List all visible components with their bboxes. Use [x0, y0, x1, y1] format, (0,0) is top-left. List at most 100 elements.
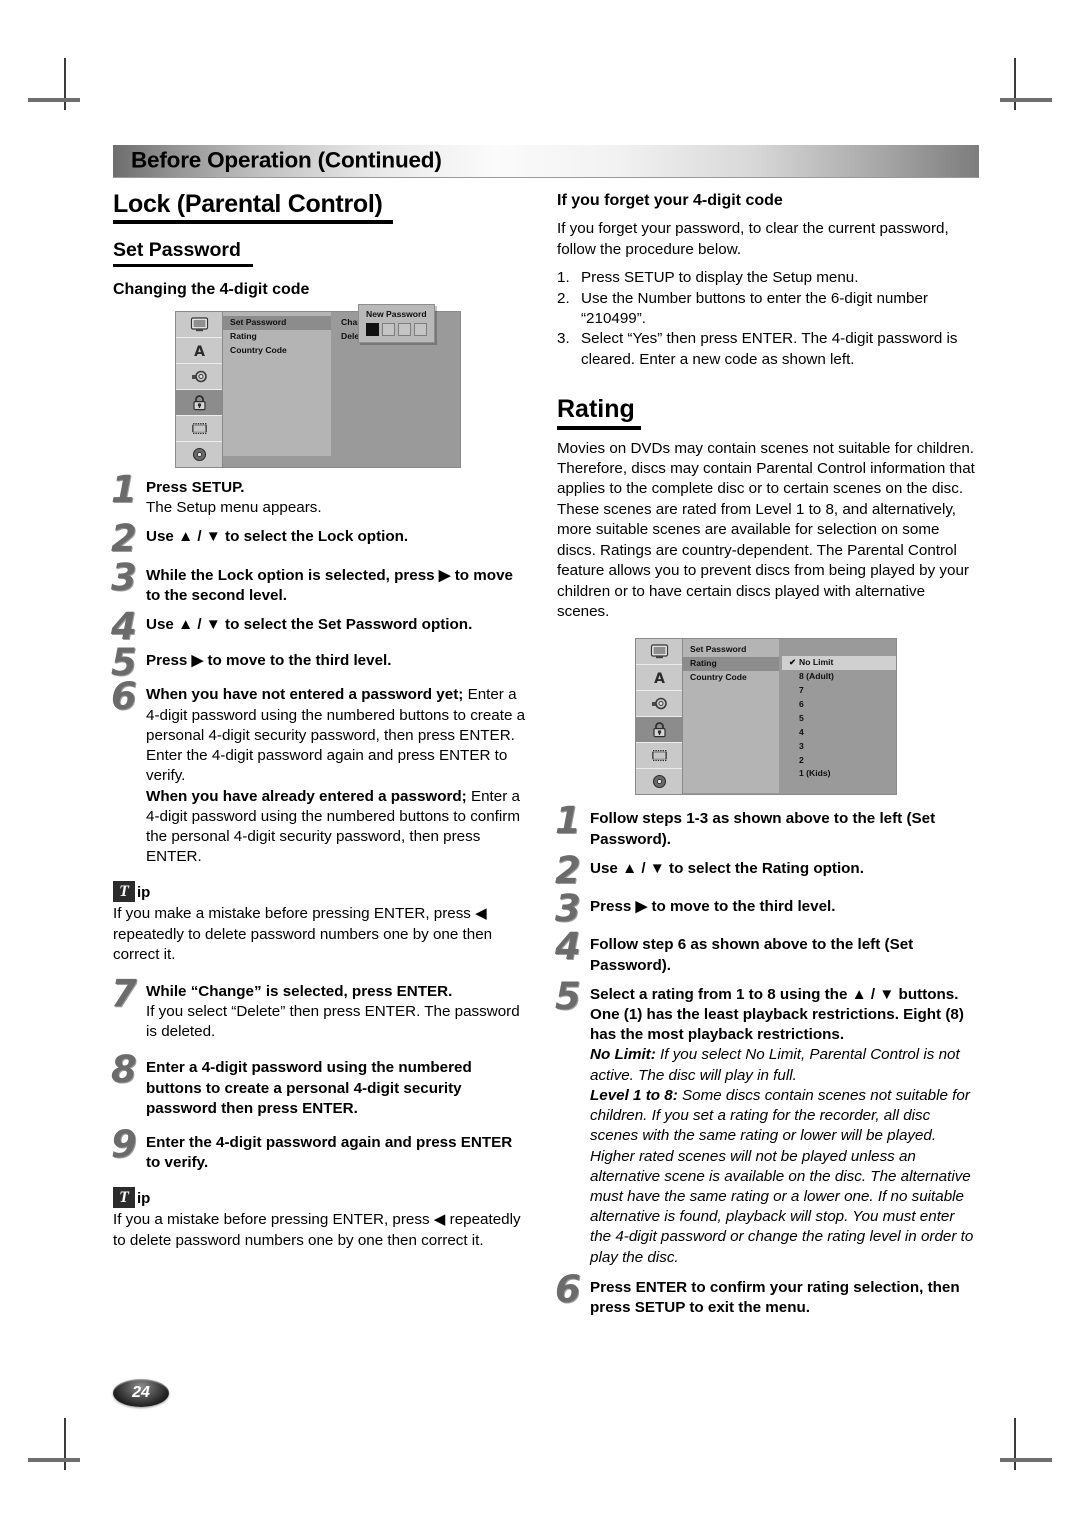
disc-icon	[636, 769, 682, 794]
osd-level2-list: Set Password Rating Country Code	[223, 311, 334, 456]
svg-text:A: A	[194, 344, 205, 358]
osd-rating-label: 7	[799, 685, 804, 696]
password-digit-box[interactable]	[382, 322, 395, 336]
step-number: 1	[555, 799, 581, 843]
step-item: 4 Follow step 6 as shown above to the le…	[555, 928, 979, 975]
osd-rating-6[interactable]: 6	[782, 698, 896, 712]
step-item: 3 Press ▶ to move to the third level.	[555, 890, 979, 927]
crop-mark-bottom-left-vertical	[64, 1418, 66, 1470]
osd-rating-5[interactable]: 5	[782, 712, 896, 726]
step-bold-text: While “Change” is selected, press ENTER.	[146, 982, 453, 1000]
tip-block-1: T ip If you make a mistake before pressi…	[113, 881, 527, 965]
step-item: 1 Follow steps 1-3 as shown above to the…	[555, 802, 979, 849]
new-password-popup-title: New Password	[366, 308, 427, 319]
step-item: 7 While “Change” is selected, press ENTE…	[111, 975, 527, 1043]
list-item: 1. Press SETUP to display the Setup menu…	[557, 268, 979, 288]
language-icon: A	[636, 665, 682, 692]
crop-mark-bottom-left-horizontal	[28, 1458, 80, 1462]
heading-set-password: Set Password	[113, 239, 253, 267]
step-bold-text: Follow step 6 as shown above to the left…	[590, 936, 914, 974]
list-marker: 3.	[557, 330, 570, 348]
step-list-set-password: 1 Press SETUP. The Setup menu appears. 2 …	[111, 471, 527, 868]
page-number-badge: 24	[113, 1379, 169, 1407]
osd-item-rating[interactable]: Rating	[683, 657, 779, 672]
step-item: 5 Select a rating from 1 to 8 using the …	[555, 978, 979, 1268]
osd-menu: A	[175, 303, 461, 468]
step-bold-text: When you have not entered a password yet…	[146, 686, 464, 704]
step-bold-text: Press ENTER to confirm your rating selec…	[590, 1278, 960, 1317]
step-bold-text: While the Lock option is selected, press…	[146, 566, 513, 604]
osd-rating-no-limit[interactable]: ✔ No Limit	[782, 656, 896, 671]
step-list-rating: 1 Follow steps 1-3 as shown above to the…	[555, 802, 979, 1318]
osd-rating-7[interactable]: 7	[782, 684, 896, 698]
step-number: 3	[555, 887, 581, 931]
step-number: 6	[555, 1267, 581, 1311]
display-icon	[636, 639, 682, 666]
osd-rating-label: 5	[799, 712, 804, 723]
tip-heading: T ip	[113, 881, 527, 903]
osd-rating-3[interactable]: 3	[782, 740, 896, 754]
osd-rating-label: 1 (Kids)	[799, 768, 831, 779]
step-bold-text: Enter the 4-digit password again and pre…	[146, 1134, 513, 1172]
heading-rating: Rating	[557, 396, 641, 430]
osd-item-country-code[interactable]: Country Code	[683, 671, 779, 685]
tip-heading: T ip	[113, 1187, 527, 1209]
step-number: 2	[555, 848, 581, 892]
osd-sidebar: A	[636, 639, 683, 795]
step-number: 7	[111, 971, 137, 1015]
step-item: 4 Use ▲ / ▼ to select the Set Password o…	[111, 608, 527, 645]
step-number: 1	[111, 467, 137, 511]
password-digit-box[interactable]	[366, 322, 379, 336]
osd-rating-figure: A Set Password Rating Country Code ✔ No …	[635, 638, 897, 796]
step-number: 4	[555, 925, 581, 969]
osd-rating-2[interactable]: 2	[782, 754, 896, 768]
crop-mark-top-left-vertical	[64, 58, 66, 110]
osd-rating-label: 8 (Adult)	[799, 671, 834, 682]
step-bold-text: Follow steps 1-3 as shown above to the l…	[590, 810, 936, 848]
password-digit-box[interactable]	[398, 322, 411, 336]
audio-icon	[636, 691, 682, 718]
left-column: Lock (Parental Control) Set Password Cha…	[111, 191, 527, 1327]
step-number: 3	[111, 555, 137, 599]
step-bold-text: Select a rating from 1 to 8 using the ▲ …	[590, 985, 964, 1044]
osd-menu: A	[635, 638, 897, 796]
step-bold-text: Press SETUP.	[146, 478, 245, 496]
page-content: Before Operation (Continued) Lock (Paren…	[111, 145, 979, 1327]
list-text: Use the Number buttons to enter the 6-di…	[581, 289, 928, 327]
password-digit-box[interactable]	[414, 322, 427, 336]
osd-item-rating[interactable]: Rating	[223, 330, 331, 344]
heading-forget-code: If you forget your 4-digit code	[557, 192, 783, 209]
step-bold-text: Enter a 4-digit password using the numbe…	[146, 1059, 472, 1117]
osd-rating-list: ✔ No Limit 8 (Adult) 7 6 5 4 3 2 1 (Kids)	[782, 639, 896, 794]
crop-mark-top-left-horizontal	[28, 98, 80, 102]
osd-rating-4[interactable]: 4	[782, 726, 896, 740]
step-number: 9	[111, 1123, 137, 1166]
step-bold-text: Use ▲ / ▼ to select the Lock option.	[146, 528, 409, 546]
step-body-text: If you select “Delete” then press ENTER.…	[146, 1002, 520, 1041]
osd-sidebar: A	[176, 311, 223, 467]
crop-mark-top-right-horizontal	[1000, 98, 1052, 102]
heading-lock-parental-control: Lock (Parental Control)	[113, 191, 393, 225]
lock-icon	[636, 717, 682, 744]
step-bold-text: Press ▶ to move to the third level.	[146, 652, 392, 670]
crop-mark-top-right-vertical	[1014, 58, 1016, 110]
osd-item-set-password[interactable]: Set Password	[223, 315, 331, 330]
tip-text: If you a mistake before pressing ENTER, …	[113, 1211, 521, 1249]
step-number: 4	[111, 604, 137, 648]
svg-text:A: A	[654, 671, 665, 685]
list-marker: 2.	[557, 289, 570, 307]
osd-rating-1[interactable]: 1 (Kids)	[782, 767, 896, 781]
step-item: 2 Use ▲ / ▼ to select the Rating option.	[555, 852, 979, 889]
heading-changing-4-digit-code: Changing the 4-digit code	[113, 280, 310, 298]
osd-item-set-password[interactable]: Set Password	[683, 643, 779, 657]
osd-rating-8[interactable]: 8 (Adult)	[782, 670, 896, 684]
osd-setpassword-figure: A Set Password Rating Country Code Chang…	[175, 303, 461, 468]
step-item: 5 Press ▶ to move to the third level.	[111, 644, 527, 681]
step-item: 8 Enter a 4-digit password using the num…	[111, 1051, 527, 1119]
step-number: 8	[111, 1048, 137, 1092]
osd-item-country-code[interactable]: Country Code	[223, 344, 331, 358]
language-icon: A	[176, 338, 222, 364]
forget-intro-text: If you forget your password, to clear th…	[557, 220, 949, 258]
page-title: Before Operation (Continued)	[131, 147, 442, 173]
tip-label: ip	[137, 1190, 151, 1208]
